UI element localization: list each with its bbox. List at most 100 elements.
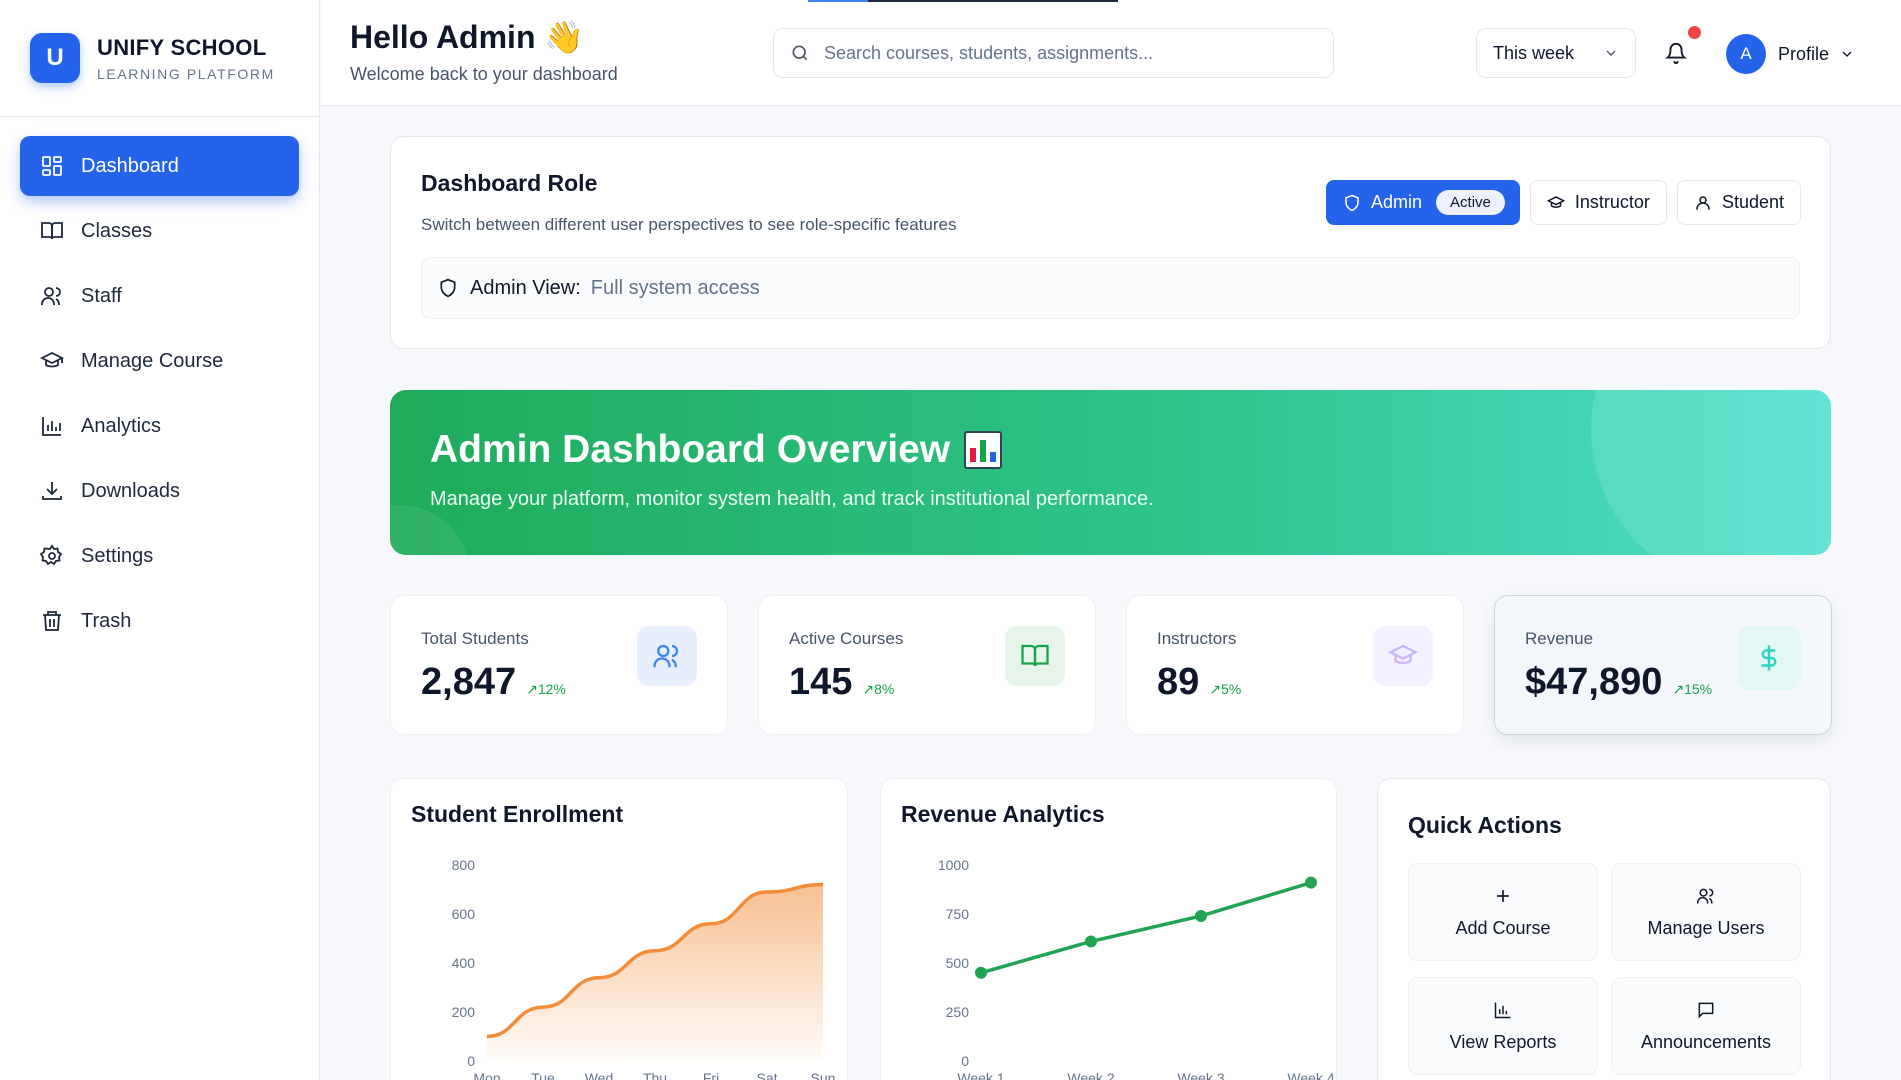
loading-indicator	[808, 0, 1118, 2]
book-icon	[41, 222, 63, 240]
role-tabs: Admin Active Instructor Student	[1326, 180, 1801, 225]
brand-name: UNIFY SCHOOL	[97, 34, 267, 60]
bar-chart-icon	[1494, 1002, 1511, 1018]
notifications-button[interactable]	[1661, 38, 1691, 68]
role-card-title: Dashboard Role	[421, 170, 598, 196]
graduation-cap-icon	[1546, 195, 1565, 208]
banner-title-row: Admin Dashboard Overview	[430, 428, 1003, 472]
sidebar-item-dashboard[interactable]: Dashboard	[20, 136, 299, 196]
period-select-value: This week	[1493, 42, 1575, 63]
quick-actions-card: Quick Actions Add Course Manage Users Vi…	[1377, 778, 1831, 1080]
brand-logo: U	[30, 33, 80, 83]
download-icon	[42, 482, 62, 500]
add-course-button[interactable]: Add Course	[1408, 863, 1598, 961]
bell-icon	[1665, 43, 1687, 64]
x-tick-label: Sat	[756, 1070, 777, 1080]
search-box[interactable]	[773, 28, 1334, 78]
book-icon	[1005, 626, 1065, 686]
y-tick-label: 400	[452, 955, 476, 971]
view-reports-button[interactable]: View Reports	[1408, 977, 1598, 1075]
data-point	[975, 966, 987, 979]
dashboard-role-card: Dashboard Role Switch between different …	[390, 136, 1831, 349]
revenue-line	[980, 880, 1312, 975]
sidebar-item-trash[interactable]: Trash	[20, 591, 299, 651]
role-tab-admin[interactable]: Admin Active	[1326, 180, 1520, 225]
stat-change: ↗5%	[1209, 681, 1242, 697]
sidebar-item-label: Classes	[81, 219, 153, 242]
sidebar-item-settings[interactable]: Settings	[20, 526, 299, 586]
y-tick-label: 0	[961, 1053, 969, 1069]
avatar: A	[1726, 34, 1766, 74]
banner-subtitle: Manage your platform, monitor system hea…	[430, 488, 1154, 510]
profile-menu[interactable]: A Profile	[1726, 34, 1855, 74]
page-title: Hello Admin 👋	[350, 19, 585, 55]
role-tab-student[interactable]: Student	[1676, 180, 1801, 225]
button-label: Announcements	[1640, 1031, 1772, 1052]
y-tick-label: 800	[452, 857, 476, 873]
users-icon	[41, 287, 61, 305]
graduation-cap-icon	[40, 351, 64, 368]
sidebar-item-label: Dashboard	[81, 154, 179, 177]
message-icon	[1698, 1002, 1714, 1018]
stat-label: Revenue	[1525, 629, 1594, 648]
stat-label: Instructors	[1157, 629, 1237, 648]
brand: U UNIFY SCHOOL LEARNING PLATFORM	[0, 0, 319, 117]
sidebar-item-label: Staff	[81, 284, 122, 307]
sidebar-item-label: Downloads	[81, 479, 180, 502]
stat-card-instructors: Instructors 89 ↗5%	[1126, 595, 1464, 735]
role-tab-label: Instructor	[1574, 192, 1650, 212]
sidebar-item-label: Analytics	[81, 414, 162, 437]
search-icon	[792, 45, 808, 61]
data-point	[1305, 876, 1317, 889]
role-tab-label: Admin	[1371, 192, 1423, 212]
y-tick-label: 1000	[938, 857, 969, 873]
sidebar-item-analytics[interactable]: Analytics	[20, 396, 299, 456]
y-tick-label: 600	[452, 906, 476, 922]
x-tick-label: Week 3	[1177, 1070, 1224, 1080]
graduation-cap-icon	[1373, 626, 1433, 686]
stat-label: Total Students	[421, 629, 529, 648]
y-tick-label: 250	[946, 1004, 970, 1020]
x-tick-label: Week 4	[1287, 1070, 1334, 1080]
top-header: Hello Admin 👋 Welcome back to your dashb…	[321, 0, 1901, 106]
overview-banner: Admin Dashboard Overview Manage your pla…	[390, 390, 1831, 555]
shield-icon	[440, 278, 456, 298]
role-view-value: Full system access	[590, 276, 760, 299]
stat-label: Active Courses	[789, 629, 904, 648]
bar-chart-icon	[42, 417, 61, 436]
button-label: Manage Users	[1647, 917, 1765, 938]
sidebar-item-classes[interactable]: Classes	[20, 201, 299, 261]
y-tick-label: 750	[946, 906, 970, 922]
enrollment-chart: 0 200 400 600 800 Mon Tue Wed Thu Fri Sat Sun	[452, 857, 836, 1080]
sidebar-item-manage-course[interactable]: Manage Course	[20, 331, 299, 391]
x-tick-label: Thu	[643, 1070, 667, 1080]
role-tab-instructor[interactable]: Instructor	[1529, 180, 1667, 225]
x-tick-label: Week 2	[1067, 1070, 1114, 1080]
grid-icon	[42, 156, 62, 176]
sidebar-item-downloads[interactable]: Downloads	[20, 461, 299, 521]
manage-users-button[interactable]: Manage Users	[1611, 863, 1801, 961]
banner-title: Admin Dashboard Overview	[430, 428, 951, 471]
role-card-description: Switch between different user perspectiv…	[421, 215, 957, 234]
y-tick-label: 500	[946, 955, 970, 971]
gear-icon	[40, 544, 63, 566]
stat-change: ↗12%	[526, 681, 566, 697]
chevron-down-icon	[1606, 50, 1616, 56]
announcements-button[interactable]: Announcements	[1611, 977, 1801, 1075]
button-label: Add Course	[1455, 917, 1551, 938]
x-tick-label: Fri	[703, 1070, 719, 1080]
stat-value: 2,847	[421, 661, 517, 703]
search-input[interactable]	[824, 42, 1333, 64]
quick-actions-title: Quick Actions	[1408, 812, 1562, 838]
stat-value: 89	[1157, 661, 1200, 703]
sidebar: U UNIFY SCHOOL LEARNING PLATFORM Dashboa…	[0, 0, 320, 1080]
enrollment-area-fill	[487, 884, 823, 1061]
role-tab-label: Student	[1721, 192, 1784, 212]
sidebar-nav: Dashboard Classes Staff Manage Course An…	[0, 117, 319, 651]
data-point	[1195, 909, 1207, 922]
period-select[interactable]: This week	[1476, 28, 1636, 78]
data-point	[1085, 935, 1097, 948]
stat-value: 145	[789, 661, 853, 703]
y-tick-label: 200	[452, 1004, 476, 1020]
sidebar-item-staff[interactable]: Staff	[20, 266, 299, 326]
